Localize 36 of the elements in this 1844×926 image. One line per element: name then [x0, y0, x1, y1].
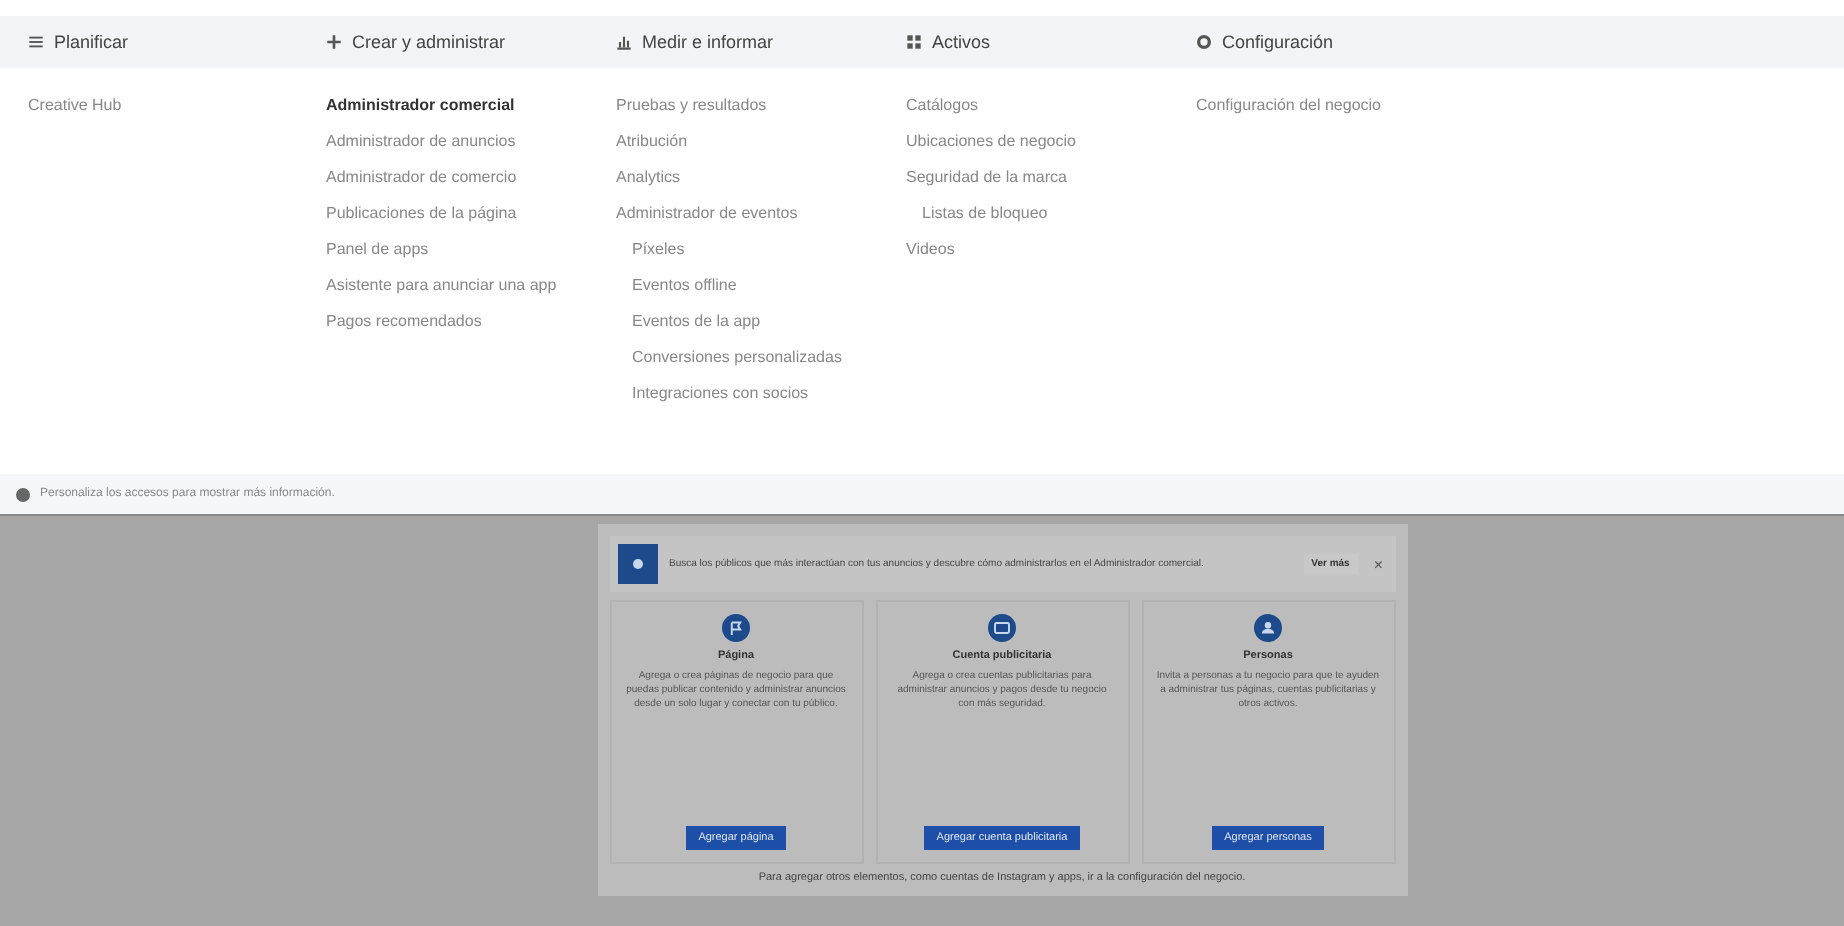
menu-link[interactable]: Pagos recomendados	[326, 304, 482, 340]
menu-link[interactable]: Catálogos	[906, 88, 979, 124]
plus-icon	[326, 34, 342, 50]
menu-link[interactable]: Configuración del negocio	[1196, 88, 1382, 124]
menu-link[interactable]: Eventos de la app	[616, 304, 761, 340]
close-button[interactable]: ×	[1369, 555, 1387, 573]
column-heading: Medir e informar	[642, 32, 774, 52]
menu-link[interactable]: Publicaciones de la página	[326, 196, 517, 232]
menu-link[interactable]: Panel de apps	[326, 232, 429, 268]
menu-link[interactable]: Píxeles	[616, 232, 685, 268]
menu-link[interactable]: Pruebas y resultados	[616, 88, 767, 124]
person-icon	[1254, 614, 1282, 642]
menu-link[interactable]: Eventos offline	[616, 268, 737, 304]
list-icon	[28, 34, 44, 50]
menu-link[interactable]: Administrador comercial	[326, 88, 515, 124]
menu-link[interactable]: Administrador de eventos	[616, 196, 798, 232]
credit-card-icon	[988, 614, 1016, 642]
column-heading: Activos	[932, 32, 991, 52]
menu-link[interactable]: Asistente para anunciar una app	[326, 268, 557, 304]
menu-link[interactable]: Atribución	[616, 124, 688, 160]
chart-icon	[616, 34, 632, 50]
column-heading: Crear y administrar	[352, 32, 506, 52]
menu-link[interactable]: Analytics	[616, 160, 681, 196]
grid-icon	[906, 34, 922, 50]
flag-icon	[722, 614, 750, 642]
menu-link[interactable]: Listas de bloqueo	[906, 196, 1048, 232]
menu-link[interactable]: Ubicaciones de negocio	[906, 124, 1076, 160]
menu-link[interactable]: Creative Hub	[28, 88, 122, 124]
menu-link[interactable]: Conversiones personalizadas	[616, 340, 842, 376]
column-heading: Configuración	[1222, 32, 1334, 52]
menu-link[interactable]: Administrador de comercio	[326, 160, 517, 196]
menu-link[interactable]: Seguridad de la marca	[906, 160, 1067, 196]
menu-link[interactable]: Integraciones con socios	[616, 376, 809, 412]
menu-link[interactable]: Videos	[906, 232, 955, 268]
menu-link[interactable]: Administrador de anuncios	[326, 124, 516, 160]
column-heading: Planificar	[54, 32, 129, 52]
